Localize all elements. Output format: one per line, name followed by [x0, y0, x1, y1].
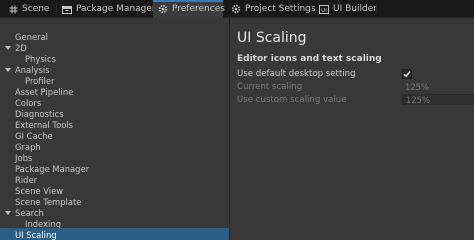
- sidebar-item-label: Rider: [15, 174, 38, 185]
- sidebar-item-label: General: [15, 31, 49, 42]
- sidebar-item-label: Asset Pipeline: [15, 86, 74, 97]
- sidebar-item-label: 2D: [15, 42, 27, 53]
- sidebar-item-label: Scene Template: [15, 196, 82, 207]
- sidebar-item-label: Search: [15, 207, 44, 218]
- tab-ui-builder[interactable]: UI UI Builder: [313, 0, 377, 18]
- foldout-arrow-icon[interactable]: [5, 210, 11, 215]
- settings-panel: UI Scaling Editor icons and text scaling…: [230, 18, 474, 240]
- sidebar-item-label: Jobs: [15, 152, 33, 163]
- sidebar-item-label: Physics: [25, 53, 56, 64]
- preferences-sidebar: General 2D Physics Analysis Profiler Ass…: [0, 18, 229, 240]
- tab-label: Package Manager: [76, 4, 156, 14]
- foldout-arrow-icon[interactable]: [5, 67, 11, 72]
- sidebar-item-label: Diagnostics: [15, 108, 64, 119]
- use-default-desktop-label: Use default desktop setting: [237, 69, 356, 79]
- tab-label: Project Settings: [245, 4, 316, 14]
- tab-preferences[interactable]: Preferences: [153, 0, 225, 18]
- checkmark-icon: [403, 71, 411, 78]
- sidebar-item-label: GI Cache: [15, 130, 53, 141]
- tab-package-manager[interactable]: Package Manager: [57, 0, 156, 18]
- tab-scene[interactable]: Scene: [0, 0, 56, 18]
- sidebar-item-label: Package Manager: [15, 163, 90, 174]
- tab-bar: Scene Package Manager Preferences Projec…: [0, 0, 474, 18]
- tab-project-settings[interactable]: Project Settings: [226, 0, 316, 18]
- current-scaling-value: 125%: [405, 81, 429, 92]
- sidebar-item-label: Indexing: [25, 218, 62, 229]
- section-title: Editor icons and text scaling: [237, 54, 382, 64]
- ui-builder-icon: UI: [319, 4, 329, 14]
- tab-separator: [376, 3, 377, 15]
- tab-label: Scene: [22, 4, 50, 14]
- use-default-desktop-checkbox[interactable]: [402, 69, 412, 79]
- page-title: UI Scaling: [237, 30, 307, 46]
- sidebar-item-ui-scaling[interactable]: UI Scaling: [0, 228, 229, 240]
- gear-icon: [158, 4, 168, 14]
- current-scaling-label: Current scaling: [237, 82, 303, 92]
- package-box-icon: [62, 4, 72, 14]
- sidebar-item-label: Scene View: [15, 185, 64, 196]
- sidebar-item-label: External Tools: [15, 119, 74, 130]
- sidebar-item-label: Colors: [15, 97, 42, 108]
- tab-label: UI Builder: [333, 4, 377, 14]
- gear-icon: [231, 4, 241, 14]
- sidebar-item-label: Analysis: [15, 64, 50, 75]
- sidebar-item-label: UI Scaling: [15, 229, 57, 240]
- sidebar-item-label: Profiler: [25, 75, 55, 86]
- svg-text:UI: UI: [321, 8, 327, 14]
- foldout-arrow-icon[interactable]: [5, 45, 11, 50]
- tab-separator: [311, 3, 312, 15]
- hashtag-grid-icon: [8, 4, 18, 14]
- custom-scaling-label: Use custom scaling value: [237, 95, 347, 105]
- tab-label: Preferences: [172, 4, 225, 14]
- preferences-window: Scene Package Manager Preferences Projec…: [0, 0, 474, 240]
- sidebar-item-label: Graph: [15, 141, 41, 152]
- custom-scaling-field[interactable]: 125%: [402, 94, 474, 105]
